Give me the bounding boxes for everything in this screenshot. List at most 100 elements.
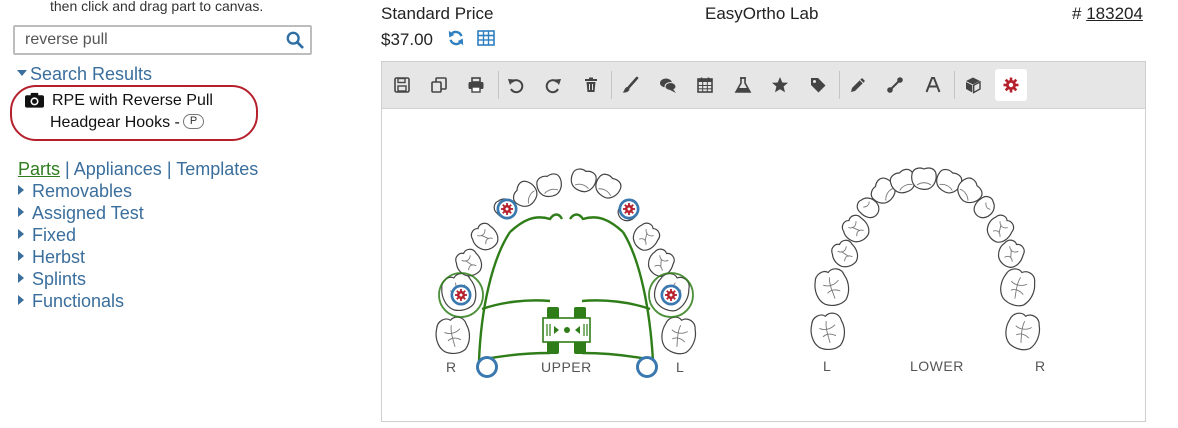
undo-icon (508, 79, 524, 94)
toolbar-divider (611, 71, 612, 99)
flask-icon (734, 77, 752, 93)
expansion-screw (542, 307, 591, 354)
tooth (911, 167, 937, 190)
band-gear-icon[interactable] (659, 283, 683, 307)
tooth (534, 171, 565, 200)
3d-view-button[interactable] (957, 69, 989, 101)
redo-button[interactable] (537, 69, 569, 101)
text-icon (925, 77, 941, 93)
search-result-item[interactable]: RPE with Reverse Pull Headgear Hooks -P (10, 85, 258, 141)
tab-separator: | (65, 159, 70, 179)
copy-button[interactable] (423, 69, 455, 101)
category-tabs: Parts | Appliances | Templates (18, 159, 258, 180)
search-input[interactable] (15, 27, 285, 53)
tree-item-splints[interactable]: Splints (18, 268, 144, 290)
star-icon (772, 77, 788, 93)
caret-right-icon (18, 295, 24, 306)
tooth (1002, 310, 1043, 353)
tree-item-label: Assigned Test (32, 203, 144, 223)
tab-appliances[interactable]: Appliances (74, 159, 162, 179)
print-button[interactable] (460, 69, 492, 101)
tab-templates[interactable]: Templates (176, 159, 258, 179)
order-number: # 183204 (1072, 4, 1143, 24)
tree-item-functionals[interactable]: Functionals (18, 290, 144, 312)
band-gear-icon[interactable] (449, 283, 473, 307)
price-label: Standard Price (381, 4, 494, 23)
lower-left-label: L (823, 358, 832, 374)
tree-item-assigned-test[interactable]: Assigned Test (18, 202, 144, 224)
tree-item-label: Removables (32, 181, 133, 201)
text-button[interactable] (917, 69, 949, 101)
result-title-text: Headgear Hooks - (50, 114, 180, 131)
connector-button[interactable] (879, 69, 911, 101)
lower-arch (807, 166, 1043, 353)
rpe-appliance[interactable] (438, 197, 694, 378)
order-number-link[interactable]: 183204 (1086, 4, 1143, 23)
tooth (432, 314, 473, 357)
brush-icon (622, 76, 639, 93)
refresh-icon[interactable] (447, 29, 465, 47)
draw-button[interactable] (842, 69, 874, 101)
lower-right-label: R (1035, 358, 1046, 374)
lab-test-button[interactable] (727, 69, 759, 101)
tooth (996, 265, 1039, 310)
search-icon[interactable] (286, 31, 304, 49)
tag-button[interactable] (802, 69, 834, 101)
tree-item-label: Herbst (32, 247, 86, 267)
tree-item-fixed[interactable]: Fixed (18, 224, 144, 246)
save-icon (394, 77, 410, 93)
category-tree: Removables Assigned Test Fixed Herbst Sp… (18, 180, 144, 312)
caret-down-icon (17, 70, 27, 77)
toolbar-divider (498, 71, 499, 99)
redo-icon (545, 79, 561, 94)
calendar-button[interactable] (689, 69, 721, 101)
print-icon (468, 77, 484, 93)
appliance-editor: R UPPER L L LOWER R (381, 61, 1146, 422)
comments-icon (660, 78, 677, 93)
settings-button[interactable] (995, 69, 1027, 101)
undo-button[interactable] (500, 69, 532, 101)
band-gear-icon[interactable] (617, 197, 641, 221)
cube-icon (966, 77, 981, 94)
trash-icon (585, 77, 597, 92)
teeth-diagram (432, 166, 1043, 378)
brush-button[interactable] (614, 69, 646, 101)
delete-button[interactable] (575, 69, 607, 101)
tooth (810, 265, 854, 310)
tooth (807, 310, 848, 353)
pencil-icon (851, 78, 865, 92)
tag-icon (811, 78, 826, 93)
toolbar-divider (954, 71, 955, 99)
upper-right-label: R (446, 359, 457, 375)
tree-item-label: Fixed (32, 225, 77, 245)
tab-separator: | (166, 159, 172, 179)
copy-icon (431, 77, 447, 93)
caret-right-icon (18, 229, 24, 240)
table-icon[interactable] (477, 30, 495, 46)
comments-button[interactable] (652, 69, 684, 101)
band-gear-icon[interactable] (495, 197, 519, 221)
tree-item-label: Splints (32, 269, 87, 289)
upper-left-label: L (676, 359, 685, 375)
lab-name: EasyOrtho Lab (705, 4, 819, 23)
search-results-label: Search Results (30, 64, 153, 84)
tab-parts[interactable]: Parts (18, 159, 60, 179)
order-prefix: # (1072, 4, 1082, 23)
camera-icon[interactable] (25, 92, 44, 108)
tooth (568, 166, 599, 195)
tree-item-herbst[interactable]: Herbst (18, 246, 144, 268)
gear-icon (1003, 77, 1019, 93)
caret-right-icon (18, 207, 24, 218)
headgear-hook-left[interactable] (636, 356, 658, 378)
favorite-button[interactable] (764, 69, 796, 101)
lower-arch-label: LOWER (910, 358, 964, 374)
headgear-hook-right[interactable] (476, 356, 498, 378)
search-results-toggle[interactable]: Search Results (17, 64, 152, 85)
result-title-line2: Headgear Hooks -P (50, 114, 205, 132)
result-title-line1: RPE with Reverse Pull (52, 92, 213, 109)
tree-item-removables[interactable]: Removables (18, 180, 144, 202)
calendar-icon (697, 77, 713, 93)
connector-icon (887, 77, 903, 93)
save-button[interactable] (386, 69, 418, 101)
design-canvas[interactable]: R UPPER L L LOWER R (382, 109, 1145, 421)
